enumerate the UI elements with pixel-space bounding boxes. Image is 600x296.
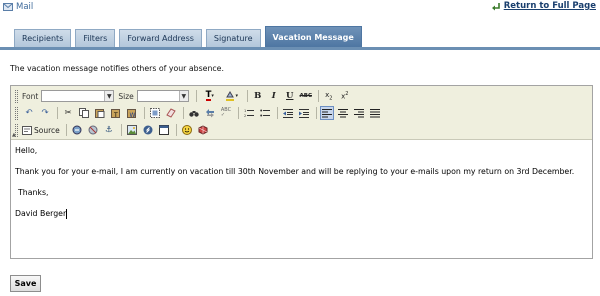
toolbar-row-3: Source ⚓ — [11, 122, 212, 138]
background-color-icon[interactable]: ▾ — [222, 89, 242, 103]
tab-label: Vacation Message — [272, 32, 354, 42]
message-body: Thank you for your e-mail, I am currentl… — [15, 167, 575, 176]
toolbar-separator — [120, 124, 122, 136]
select-all-icon[interactable] — [148, 106, 162, 120]
tab-bar: Recipients Filters Forward Address Signa… — [0, 26, 600, 50]
paste-word-icon[interactable]: W — [125, 106, 139, 120]
toolbar-grip-icon[interactable] — [15, 89, 18, 103]
svg-text:W: W — [130, 112, 136, 118]
toolbar-grip-icon[interactable] — [15, 106, 18, 120]
align-right-icon[interactable] — [352, 106, 366, 120]
source-button[interactable]: Source — [22, 125, 60, 135]
chevron-down-icon: ▼ — [178, 91, 188, 101]
anchor-icon[interactable]: ⚓ — [102, 123, 116, 137]
editor-toolbar: Font ▼ Size ▼ T ▾ ▾ B I U ABC x2 x2 ↶ ↷ ✂… — [11, 86, 592, 140]
toolbar-row-2: ↶ ↷ ✂ T W ABC ✓ 12 — [11, 105, 384, 121]
tab-label: Recipients — [22, 34, 64, 43]
message-closing: Thanks, — [18, 188, 49, 197]
source-label: Source — [34, 125, 60, 135]
message-body-editor[interactable]: Hello, Thank you for your e-mail, I am c… — [11, 141, 592, 258]
source-icon — [22, 125, 32, 135]
special-char-icon[interactable] — [196, 123, 210, 137]
superscript-icon[interactable]: x2 — [338, 89, 352, 103]
bullet-list-icon[interactable] — [258, 106, 272, 120]
font-label: Font — [22, 91, 39, 101]
page-description: The vacation message notifies others of … — [10, 64, 224, 73]
cut-icon[interactable]: ✂ — [61, 106, 75, 120]
replace-icon[interactable] — [203, 106, 217, 120]
link-icon[interactable] — [70, 123, 84, 137]
toolbar-separator — [57, 107, 58, 119]
svg-text:T: T — [113, 112, 118, 118]
app-title-text: Mail — [16, 2, 34, 12]
bold-icon[interactable]: B — [251, 89, 265, 103]
image-icon[interactable] — [125, 123, 139, 137]
save-button[interactable]: Save — [10, 275, 41, 292]
text-cursor — [66, 209, 68, 219]
toolbar-separator — [317, 90, 319, 102]
unlink-icon[interactable] — [86, 123, 100, 137]
toolbar-row-1: Font ▼ Size ▼ T ▾ ▾ B I U ABC x2 x2 — [11, 88, 354, 104]
tab-signature[interactable]: Signature — [205, 29, 261, 47]
size-select[interactable]: ▼ — [136, 90, 189, 102]
subscript-icon[interactable]: x2 — [322, 89, 336, 103]
text-color-icon[interactable]: T ▾ — [200, 89, 220, 103]
strikethrough-icon[interactable]: ABC — [299, 89, 313, 103]
return-to-full-page-link[interactable]: Return to Full Page — [491, 1, 596, 11]
toolbar-separator — [183, 107, 184, 119]
message-greeting: Hello, — [15, 146, 38, 155]
toolbar-separator — [195, 90, 197, 102]
svg-text:2: 2 — [244, 114, 246, 118]
redo-icon[interactable]: ↷ — [38, 106, 52, 120]
return-arrow-icon — [491, 3, 500, 11]
toolbar-separator — [238, 107, 239, 119]
chevron-down-icon: ▼ — [104, 91, 114, 101]
italic-icon[interactable]: I — [267, 89, 281, 103]
table-icon[interactable] — [157, 123, 171, 137]
paste-text-icon[interactable]: T — [109, 106, 123, 120]
justify-icon[interactable] — [368, 106, 382, 120]
toolbar-separator — [65, 124, 67, 136]
find-icon[interactable] — [187, 106, 201, 120]
underline-icon[interactable]: U — [283, 89, 297, 103]
return-link-text[interactable]: Return to Full Page — [504, 1, 596, 11]
rich-text-editor: Font ▼ Size ▼ T ▾ ▾ B I U ABC x2 x2 ↶ ↷ ✂… — [10, 85, 593, 259]
align-center-icon[interactable] — [336, 106, 350, 120]
app-title: Mail — [3, 2, 33, 12]
toolbar-separator — [175, 124, 177, 136]
size-label: Size — [118, 91, 134, 101]
tab-label: Signature — [213, 34, 253, 43]
tab-recipients[interactable]: Recipients — [14, 29, 72, 47]
indent-icon[interactable] — [297, 106, 311, 120]
undo-icon[interactable]: ↶ — [22, 106, 36, 120]
copy-icon[interactable] — [77, 106, 91, 120]
svg-text:1: 1 — [244, 109, 246, 113]
message-signature: David Berger — [15, 208, 588, 219]
mail-icon — [3, 3, 13, 11]
toolbar-separator — [316, 107, 317, 119]
spellcheck-icon[interactable]: ABC ✓ — [219, 106, 233, 120]
tab-forward-address[interactable]: Forward Address — [119, 29, 202, 47]
smiley-icon[interactable] — [180, 123, 194, 137]
outdent-icon[interactable] — [281, 106, 295, 120]
signature-name: David Berger — [15, 209, 67, 218]
font-select[interactable]: ▼ — [41, 90, 115, 102]
title-bar: Mail Return to Full Page — [0, 0, 600, 13]
tab-label: Forward Address — [127, 34, 194, 43]
toolbar-separator — [144, 107, 145, 119]
toolbar-collapse-icon[interactable]: ▲ — [12, 132, 16, 138]
tab-vacation-message[interactable]: Vacation Message — [264, 26, 362, 47]
tab-label: Filters — [83, 34, 108, 43]
paste-icon[interactable] — [93, 106, 107, 120]
tab-filters[interactable]: Filters — [75, 29, 116, 47]
remove-format-icon[interactable] — [164, 106, 178, 120]
toolbar-separator — [277, 107, 278, 119]
numbered-list-icon[interactable]: 12 — [242, 106, 256, 120]
align-left-icon[interactable] — [320, 106, 334, 120]
flash-icon[interactable] — [141, 123, 155, 137]
toolbar-separator — [246, 90, 248, 102]
